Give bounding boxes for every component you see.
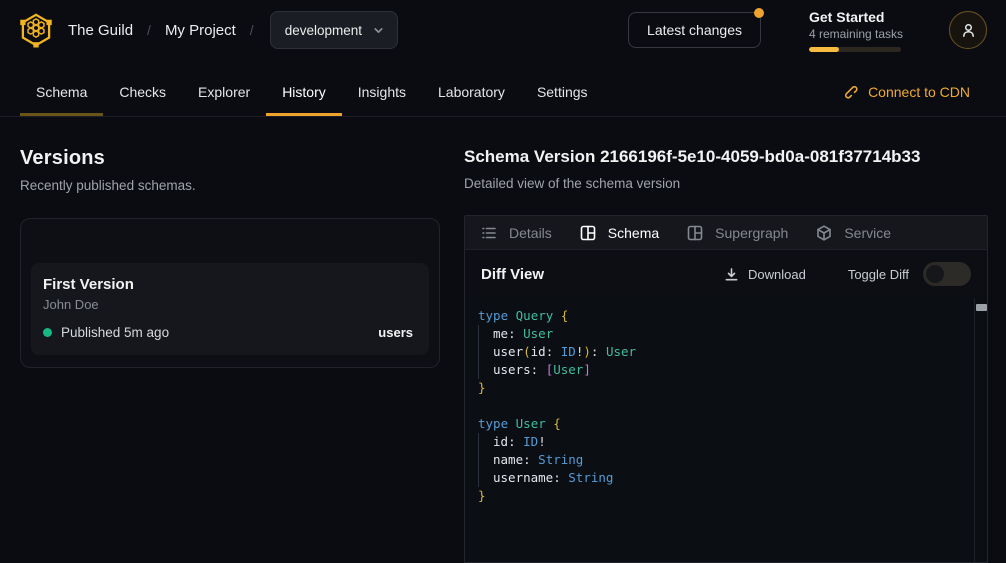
tab-label: Laboratory [438,84,505,100]
versions-subtitle: Recently published schemas. [20,178,440,193]
code-scrollbar-thumb[interactable] [976,304,987,311]
code-line: id: ID! [478,433,967,451]
tab-settings[interactable]: Settings [521,60,604,116]
schema-version-panel: Schema Version 2166196f-5e10-4059-bd0a-0… [464,147,988,563]
tab-label: Schema [36,84,87,100]
tab-schema[interactable]: Schema [20,60,103,116]
version-status-row: Published 5m ago users [43,325,413,340]
code-line: name: String [478,451,967,469]
breadcrumb-project[interactable]: My Project [165,22,236,39]
tab-label: Checks [119,84,166,100]
diff-toolbar: Diff View Download Toggle Diff [465,250,987,298]
code-line: } [478,487,967,505]
tab-label: Schema [608,225,659,241]
versions-title: Versions [20,147,440,170]
code-line [478,397,967,415]
published-status-dot [43,328,52,337]
version-author: John Doe [43,297,413,312]
breadcrumb-org[interactable]: The Guild [68,22,133,39]
code-scrollbar[interactable] [974,298,987,562]
tab-history[interactable]: History [266,60,342,116]
get-started-widget[interactable]: Get Started 4 remaining tasks [809,9,901,52]
chevron-down-icon [372,24,385,37]
code-line: type User { [478,415,967,433]
versions-panel: Versions Recently published schemas. Fir… [20,147,440,563]
user-icon [960,22,977,39]
diff-view-title: Diff View [481,266,544,283]
latest-changes-button[interactable]: Latest changes [628,12,761,48]
tab-label: Explorer [198,84,250,100]
columns-icon [687,225,703,241]
hive-app-window: The Guild / My Project / development Lat… [0,0,1006,563]
breadcrumb: The Guild / My Project / [68,22,268,39]
schema-code-viewer[interactable]: type Query {me: Useruser(id: ID!): Useru… [465,298,987,562]
get-started-progress [809,47,901,52]
download-icon [724,267,739,282]
notification-dot [754,8,764,18]
latest-changes-label: Latest changes [647,22,742,38]
code-line: } [478,379,967,397]
toggle-diff-switch[interactable] [923,262,971,286]
top-header: The Guild / My Project / development Lat… [0,0,1006,60]
tab-supergraph[interactable]: Supergraph [687,225,788,241]
link-icon [843,84,859,100]
tab-label: Details [509,225,552,241]
download-button[interactable]: Download [724,267,806,282]
breadcrumb-separator: / [250,22,254,38]
connect-to-cdn-label: Connect to CDN [868,84,970,100]
schema-view-tabs: Details Schema Super [465,216,987,250]
code-line: users: [User] [478,361,967,379]
version-status-text: Published 5m ago [61,325,169,340]
schema-detail-card: Details Schema Super [464,215,988,563]
code-line: user(id: ID!): User [478,343,967,361]
tab-explorer[interactable]: Explorer [182,60,266,116]
download-label: Download [748,267,806,282]
tab-details[interactable]: Details [481,225,552,241]
tab-label: Insights [358,84,406,100]
tab-checks[interactable]: Checks [103,60,182,116]
version-name: First Version [43,276,413,293]
connect-to-cdn-link[interactable]: Connect to CDN [843,60,970,116]
main-content: Versions Recently published schemas. Fir… [0,117,1006,563]
target-dropdown-value: development [285,23,362,38]
breadcrumb-separator: / [147,22,151,38]
tab-service[interactable]: Service [816,225,891,241]
tab-insights[interactable]: Insights [342,60,422,116]
switch-knob [926,265,944,283]
target-dropdown[interactable]: development [270,11,398,49]
code-line: type Query { [478,307,967,325]
list-icon [481,225,497,241]
tab-label: History [282,84,326,100]
user-menu-button[interactable] [949,11,987,49]
hive-logo-icon [17,11,55,49]
get-started-subtitle: 4 remaining tasks [809,27,901,41]
columns-icon [580,225,596,241]
versions-list-card: First Version John Doe Published 5m ago … [20,218,440,368]
tab-laboratory[interactable]: Laboratory [422,60,521,116]
get-started-title: Get Started [809,9,901,25]
tab-schema-view[interactable]: Schema [580,225,659,241]
tab-label: Service [844,225,891,241]
tab-label: Settings [537,84,588,100]
get-started-progress-fill [809,47,839,52]
hive-logo[interactable] [16,10,56,50]
code-lines: type Query {me: Useruser(id: ID!): Useru… [478,307,967,505]
schema-version-title: Schema Version 2166196f-5e10-4059-bd0a-0… [464,147,988,167]
package-icon [816,225,832,241]
toggle-diff-label: Toggle Diff [848,267,909,282]
version-service-badge: users [378,325,413,340]
target-nav: Schema Checks Explorer History Insights … [0,60,1006,117]
version-list-item[interactable]: First Version John Doe Published 5m ago … [31,263,429,355]
tab-label: Supergraph [715,225,788,241]
code-line: me: User [478,325,967,343]
schema-version-subtitle: Detailed view of the schema version [464,176,988,191]
code-line: username: String [478,469,967,487]
